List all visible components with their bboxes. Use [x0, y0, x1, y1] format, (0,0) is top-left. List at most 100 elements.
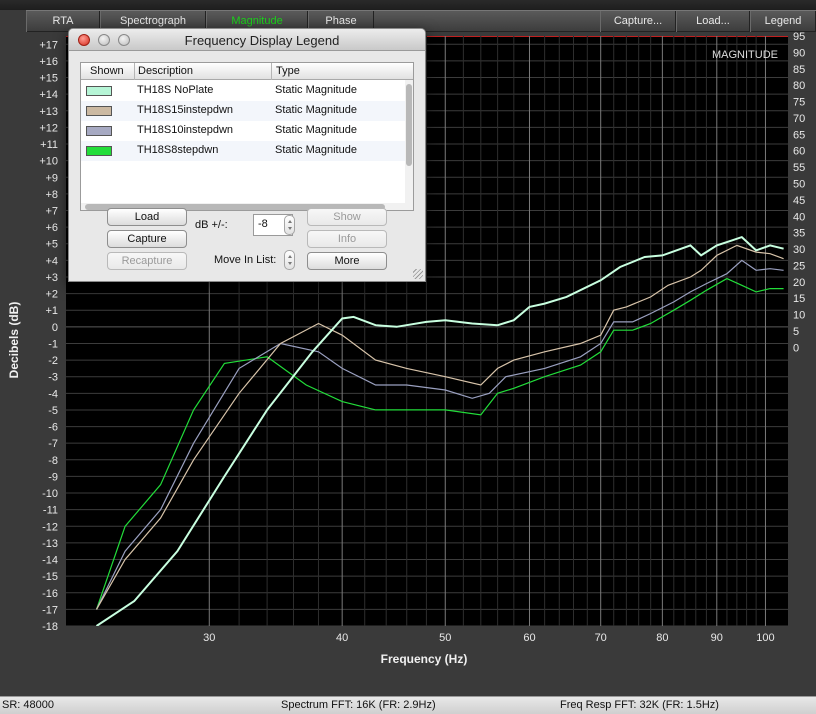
y-tick-label: +3 — [45, 272, 58, 284]
legend-titlebar[interactable]: Frequency Display Legend — [69, 29, 425, 51]
vertical-scrollbar[interactable] — [405, 80, 413, 210]
legend-color-swatch[interactable] — [86, 86, 112, 96]
legend-description: TH18S NoPlate — [137, 84, 214, 96]
right-tick-label: 0 — [793, 342, 799, 354]
legend-window: Frequency Display Legend Shown Descripti… — [68, 28, 426, 282]
right-tick-label: 40 — [793, 211, 805, 223]
right-tick-label: 30 — [793, 244, 805, 256]
right-tick-label: 10 — [793, 310, 805, 322]
info-button[interactable]: Info — [307, 230, 387, 248]
y-tick-label: -18 — [42, 621, 58, 633]
y-tick-label: +16 — [39, 56, 58, 68]
legend-table-header: Shown Description Type — [81, 63, 413, 80]
column-divider — [271, 63, 272, 80]
x-tick-label: 80 — [656, 632, 668, 644]
db-offset-label: dB +/-: — [195, 219, 228, 231]
y-tick-label: -10 — [42, 488, 58, 500]
right-tick-label: 20 — [793, 277, 805, 289]
resize-grip-icon[interactable] — [413, 269, 423, 279]
y-tick-label: -17 — [42, 604, 58, 616]
load-button[interactable]: Load — [107, 208, 187, 226]
column-divider — [134, 63, 135, 80]
y-tick-label: +8 — [45, 189, 58, 201]
right-tick-label: 45 — [793, 195, 805, 207]
y-tick-label: +17 — [39, 39, 58, 51]
y-tick-label: +15 — [39, 73, 58, 85]
legend-row[interactable]: TH18S10instepdwn Static Magnitude — [81, 121, 405, 141]
y-tick-label: -8 — [48, 455, 58, 467]
y-tick-label: -15 — [42, 571, 58, 583]
y-tick-label: +2 — [45, 289, 58, 301]
y-tick-label: +7 — [45, 206, 58, 218]
more-button[interactable]: More — [307, 252, 387, 270]
spectrum-fft-status: Spectrum FFT: 16K (FR: 2.9Hz) — [281, 699, 436, 711]
y-tick-label: -3 — [48, 372, 58, 384]
x-tick-label: 100 — [756, 632, 774, 644]
right-tick-label: 55 — [793, 162, 805, 174]
vertical-scroll-thumb[interactable] — [406, 84, 412, 166]
right-tick-label: 80 — [793, 80, 805, 92]
right-tick-label: 90 — [793, 47, 805, 59]
right-tick-label: 65 — [793, 129, 805, 141]
y-tick-label: -1 — [48, 338, 58, 350]
chart-title: MAGNITUDE — [712, 49, 778, 61]
right-tick-label: 70 — [793, 113, 805, 125]
show-button[interactable]: Show — [307, 208, 387, 226]
right-tick-label: 60 — [793, 146, 805, 158]
y-tick-label: +4 — [45, 255, 58, 267]
y-tick-label: -13 — [42, 538, 58, 550]
capture-button[interactable]: Capture — [107, 230, 187, 248]
legend-color-swatch[interactable] — [86, 126, 112, 136]
y-tick-label: +1 — [45, 305, 58, 317]
y-tick-label: -7 — [48, 438, 58, 450]
y-tick-label: +13 — [39, 106, 58, 118]
legend-table: Shown Description Type TH18S NoPlate Stat… — [80, 62, 414, 211]
recapture-button[interactable]: Recapture — [107, 252, 187, 270]
legend-type: Static Magnitude — [275, 144, 357, 156]
move-in-list-stepper[interactable] — [284, 250, 295, 270]
legend-description: TH18S15instepdwn — [137, 104, 234, 116]
y-tick-label: -9 — [48, 471, 58, 483]
y-tick-label: -12 — [42, 521, 58, 533]
y-tick-label: -16 — [42, 588, 58, 600]
move-in-list-label: Move In List: — [214, 254, 277, 266]
right-tick-label: 85 — [793, 64, 805, 76]
right-tick-label: 50 — [793, 179, 805, 191]
legend-type: Static Magnitude — [275, 124, 357, 136]
db-offset-stepper[interactable] — [284, 215, 295, 235]
y-tick-label: +12 — [39, 122, 58, 134]
sample-rate-status: SR: 48000 — [2, 699, 54, 711]
legend-row[interactable]: TH18S8stepdwn Static Magnitude — [81, 141, 405, 161]
legend-color-swatch[interactable] — [86, 106, 112, 116]
y-tick-label: +9 — [45, 172, 58, 184]
right-tick-label: 95 — [793, 31, 805, 43]
y-tick-label: -11 — [43, 505, 58, 517]
y-tick-label: +5 — [45, 239, 58, 251]
right-tick-label: 5 — [793, 326, 799, 338]
legend-type: Static Magnitude — [275, 84, 357, 96]
right-tick-label: 25 — [793, 260, 805, 272]
app-window: RTA Spectrograph Magnitude Phase Capture… — [0, 0, 816, 714]
x-tick-label: 90 — [711, 632, 723, 644]
y-axis-label: Decibels (dB) — [7, 302, 21, 379]
legend-row[interactable]: TH18S15instepdwn Static Magnitude — [81, 101, 405, 121]
x-tick-label: 60 — [523, 632, 535, 644]
right-tick-label: 75 — [793, 97, 805, 109]
y-tick-label: +11 — [40, 139, 58, 151]
legend-row[interactable]: TH18S NoPlate Static Magnitude — [81, 81, 405, 101]
x-tick-label: 70 — [595, 632, 607, 644]
legend-description: TH18S8stepdwn — [137, 144, 219, 156]
x-tick-label: 50 — [439, 632, 451, 644]
column-type[interactable]: Type — [276, 65, 300, 77]
legend-type: Static Magnitude — [275, 104, 357, 116]
legend-color-swatch[interactable] — [86, 146, 112, 156]
y-tick-label: -2 — [48, 355, 58, 367]
x-axis-label: Frequency (Hz) — [381, 652, 468, 666]
right-tick-label: 15 — [793, 293, 805, 305]
y-tick-label: 0 — [52, 322, 58, 334]
column-description[interactable]: Description — [138, 65, 193, 77]
freq-resp-fft-status: Freq Resp FFT: 32K (FR: 1.5Hz) — [560, 699, 719, 711]
y-tick-label: -14 — [42, 555, 58, 567]
column-shown[interactable]: Shown — [90, 65, 124, 77]
status-bar: SR: 48000 Spectrum FFT: 16K (FR: 2.9Hz) … — [0, 696, 816, 714]
